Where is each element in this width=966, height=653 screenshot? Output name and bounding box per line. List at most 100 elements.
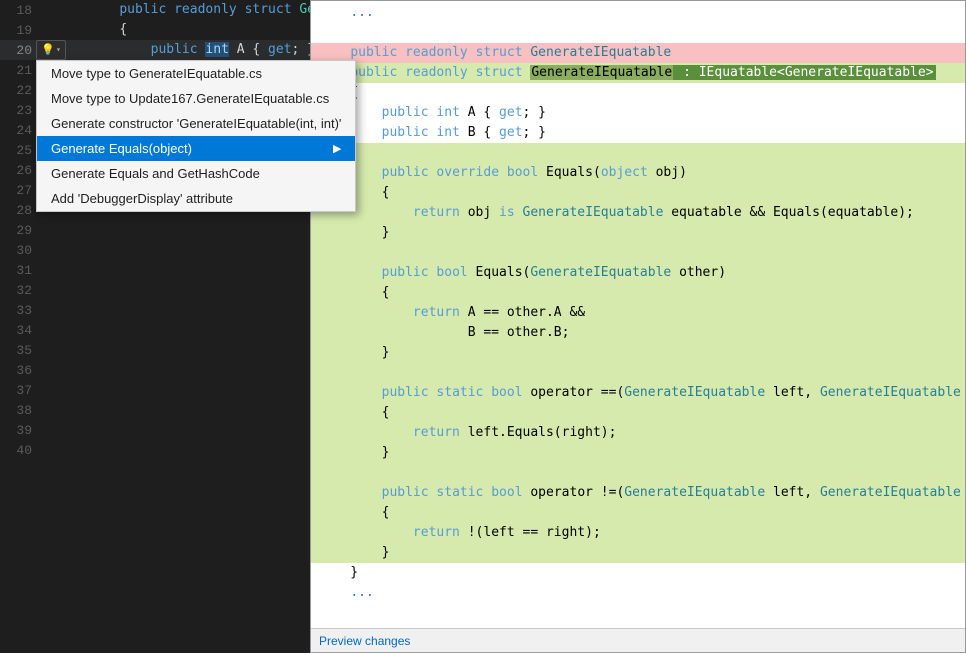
prev-line-empty-2 [311, 243, 965, 263]
line-number-26: 26 [0, 160, 38, 180]
prev-line-empty-4 [311, 463, 965, 483]
line-number-21: 21 [0, 60, 38, 80]
line-number-18: 18 [0, 0, 38, 20]
prev-line-close4: } [311, 543, 965, 563]
menu-item-generate-equals-hashcode[interactable]: Generate Equals and GetHashCode [37, 161, 355, 186]
prev-line-brace2: { [311, 183, 965, 203]
prev-line-op-eq: public static bool operator ==(GenerateI… [311, 383, 965, 403]
prev-line-int-a: public int A { get; } [311, 103, 965, 123]
prev-line-empty-1 [311, 143, 965, 163]
preview-footer: Preview changes [311, 628, 965, 652]
ind3-18 [66, 0, 80, 20]
prev-line-return-b: B == other.B; [311, 323, 965, 343]
line-number-22: 22 [0, 80, 38, 100]
ind1-18 [38, 0, 52, 20]
code-30 [80, 240, 310, 260]
prev-line-brace: { [311, 83, 965, 103]
editor-row-34: 34 [0, 320, 310, 340]
line-number-28: 28 [0, 200, 38, 220]
menu-item-generate-constructor[interactable]: Generate constructor 'GenerateIEquatable… [37, 111, 355, 136]
prev-line-int-b: public int B { get; } [311, 123, 965, 143]
prev-line-brace5: { [311, 503, 965, 523]
line-number-27: 27 [0, 180, 38, 200]
prev-line-return-obj: return obj is GenerateIEquatable equatab… [311, 203, 965, 223]
editor-row-18: 18 public readonly struct GenerateIEquat… [0, 0, 310, 20]
line-number-36: 36 [0, 360, 38, 380]
code-39 [80, 420, 310, 440]
prev-line-dots: ... [311, 583, 965, 603]
editor-row-39: 39 [0, 420, 310, 440]
line-number-37: 37 [0, 380, 38, 400]
lightbulb-button[interactable]: 💡 ▾ [36, 40, 66, 60]
menu-item-move-type-update[interactable]: Move type to Update167.GenerateIEquatabl… [37, 86, 355, 111]
preview-changes-link[interactable]: Preview changes [319, 634, 410, 648]
code-20: public int A { get; } [80, 40, 315, 60]
prev-line-1: ... [311, 3, 965, 23]
ind3-20 [66, 40, 80, 60]
prev-line-op-neq: public static bool operator !=(GenerateI… [311, 483, 965, 503]
line-number-38: 38 [0, 400, 38, 420]
editor-row-36: 36 [0, 360, 310, 380]
line-number-32: 32 [0, 280, 38, 300]
lightbulb-icon: 💡 [41, 43, 55, 57]
preview-panel: ... public readonly struct GenerateIEqua… [310, 0, 966, 653]
code-32 [80, 280, 310, 300]
menu-item-move-type[interactable]: Move type to GenerateIEquatable.cs [37, 61, 355, 86]
prev-line-close1: } [311, 223, 965, 243]
code-34 [80, 320, 310, 340]
editor-row-20: 20 💡 ▾ public int A { get; } [0, 40, 310, 60]
prev-line-equals-other: public bool Equals(GenerateIEquatable ot… [311, 263, 965, 283]
editor-container: 18 public readonly struct GenerateIEquat… [0, 0, 966, 653]
ind1-20[interactable]: 💡 ▾ [38, 40, 52, 60]
editor-row-37: 37 [0, 380, 310, 400]
line-number-40: 40 [0, 440, 38, 460]
editor-row-31: 31 [0, 260, 310, 280]
editor-row-30: 30 [0, 240, 310, 260]
code-37 [80, 380, 310, 400]
menu-item-add-debugger[interactable]: Add 'DebuggerDisplay' attribute [37, 186, 355, 211]
prev-line-struct-close: } [311, 563, 965, 583]
menu-item-generate-equals[interactable]: Generate Equals(object) ▶ [37, 136, 355, 161]
code-40 [80, 440, 310, 460]
line-number-25: 25 [0, 140, 38, 160]
editor-row-32: 32 [0, 280, 310, 300]
prev-line-brace4: { [311, 403, 965, 423]
prev-line-close2: } [311, 343, 965, 363]
line-number-19: 19 [0, 20, 38, 40]
line-number-23: 23 [0, 100, 38, 120]
prev-line-removed: public readonly struct GenerateIEquatabl… [311, 43, 965, 63]
line-number-34: 34 [0, 320, 38, 340]
editor-row-35: 35 [0, 340, 310, 360]
line-number-39: 39 [0, 420, 38, 440]
ind3-19 [66, 20, 80, 40]
prev-line-return-eq: return left.Equals(right); [311, 423, 965, 443]
prev-line-brace3: { [311, 283, 965, 303]
prev-line-return-neq: return !(left == right); [311, 523, 965, 543]
code-35 [80, 340, 310, 360]
prev-line-equals-obj: public override bool Equals(object obj) [311, 163, 965, 183]
code-36 [80, 360, 310, 380]
editor-row-40: 40 [0, 440, 310, 460]
preview-content: ... public readonly struct GenerateIEqua… [311, 1, 965, 628]
line-number-24: 24 [0, 120, 38, 140]
editor-row-19: 19 { [0, 20, 310, 40]
editor-row-29: 29 [0, 220, 310, 240]
prev-line-added-inl: public readonly struct GenerateIEquatabl… [311, 63, 965, 83]
code-31 [80, 260, 310, 280]
line-number-29: 29 [0, 220, 38, 240]
line-number-31: 31 [0, 260, 38, 280]
prev-line-close3: } [311, 443, 965, 463]
ind2-19 [52, 20, 66, 40]
editor-row-33: 33 [0, 300, 310, 320]
editor-row-38: 38 [0, 400, 310, 420]
submenu-arrow: ▶ [333, 142, 341, 155]
prev-line-return-a: return A == other.A && [311, 303, 965, 323]
code-38 [80, 400, 310, 420]
prev-line-empty-3 [311, 363, 965, 383]
code-33 [80, 300, 310, 320]
code-29 [80, 220, 310, 240]
line-number-35: 35 [0, 340, 38, 360]
line-number-20: 20 [0, 40, 38, 60]
line-number-33: 33 [0, 300, 38, 320]
lightbulb-dropdown-arrow: ▾ [56, 45, 61, 55]
